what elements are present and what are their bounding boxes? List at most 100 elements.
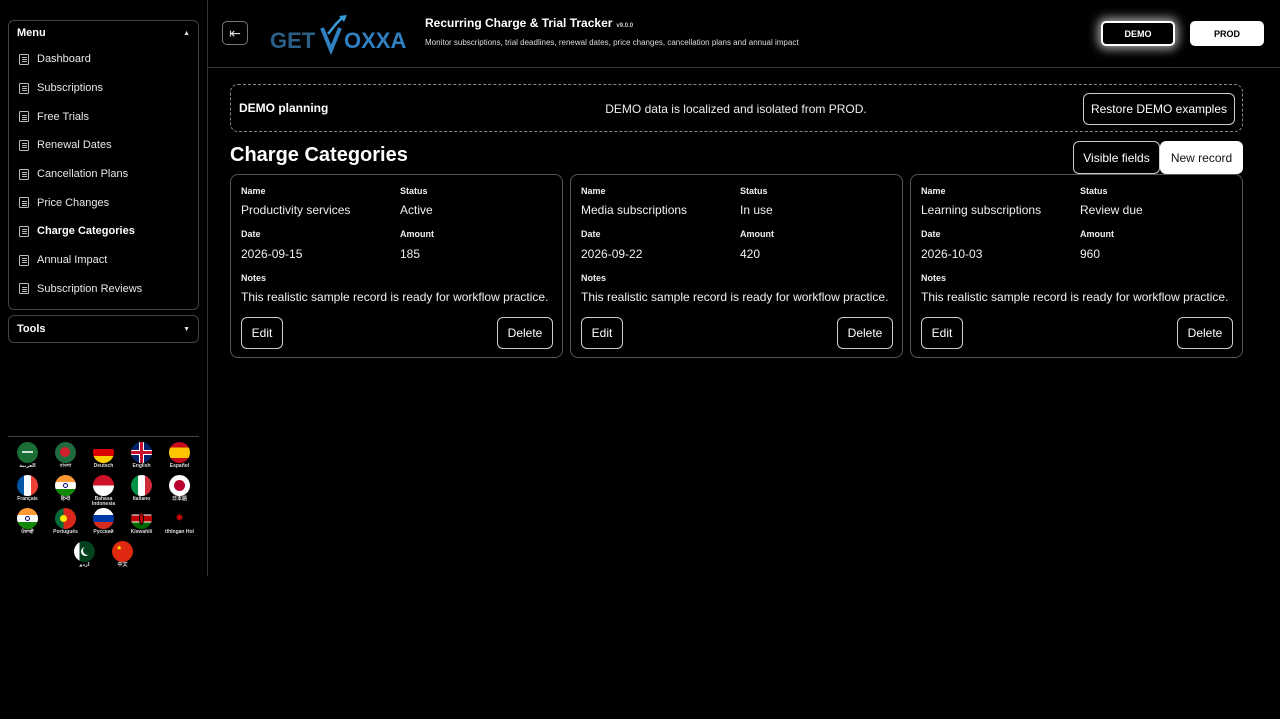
sidebar-item-free-trials[interactable]: Free Trials (9, 102, 198, 131)
visible-fields-button[interactable]: Visible fields (1073, 141, 1160, 174)
language-option[interactable]: Français (9, 475, 47, 508)
tools-panel[interactable]: Tools ▼ (8, 315, 199, 343)
document-icon (19, 53, 29, 65)
record-name: Learning subscriptions (921, 203, 1042, 217)
status-label: Status (740, 186, 768, 196)
record-card: Name Media subscriptions Status In use Date 2… (570, 174, 903, 358)
language-name: العربية (19, 463, 36, 469)
flag-icon (17, 475, 38, 496)
language-option[interactable]: বাংলা (47, 442, 85, 475)
restore-demo-button[interactable]: Restore DEMO examples (1083, 93, 1235, 125)
flag-icon (55, 475, 76, 496)
language-option[interactable]: Kiswahili (123, 508, 161, 541)
language-option[interactable]: Русский (85, 508, 123, 541)
collapse-sidebar-button[interactable]: ⇤ (222, 21, 248, 45)
record-name: Productivity services (241, 203, 351, 217)
language-option[interactable]: 日本語 (161, 475, 199, 508)
record-notes: This realistic sample record is ready fo… (241, 290, 549, 304)
document-icon (19, 82, 29, 94)
divider (8, 436, 199, 437)
name-label: Name (581, 186, 606, 196)
language-name: ਪੰਜਾਬੀ (21, 529, 34, 535)
document-icon (19, 225, 29, 237)
date-label: Date (241, 229, 261, 239)
app-version: v9.0.0 (616, 23, 634, 29)
record-date: 2026-09-22 (581, 247, 643, 261)
language-name: Italiano (132, 496, 151, 502)
record-date: 2026-10-03 (921, 247, 983, 261)
delete-button[interactable]: Delete (1177, 317, 1233, 349)
edit-button[interactable]: Edit (921, 317, 963, 349)
collapse-sidebar-icon: ⇤ (229, 24, 241, 41)
sidebar-item-charge-categories[interactable]: Charge Categories (9, 217, 198, 246)
demo-banner: DEMO planning DEMO data is localized and… (230, 84, 1243, 132)
language-name: 中文 (117, 562, 128, 568)
name-label: Name (921, 186, 946, 196)
language-name: اردو (79, 562, 90, 568)
amount-label: Amount (400, 229, 434, 239)
language-name: Português (53, 529, 78, 535)
language-name: Français (17, 496, 38, 502)
sidebar-item-subscriptions[interactable]: Subscriptions (9, 74, 198, 103)
record-notes: This realistic sample record is ready fo… (921, 290, 1229, 304)
record-notes: This realistic sample record is ready fo… (581, 290, 889, 304)
logo-text-right: OXXA (344, 28, 406, 53)
flag-icon (93, 442, 114, 463)
language-option[interactable]: English (123, 442, 161, 475)
language-name: Español (169, 463, 190, 469)
language-option[interactable]: العربية (9, 442, 47, 475)
record-amount: 420 (740, 247, 761, 261)
language-option[interactable]: اردو (66, 541, 104, 574)
edit-button[interactable]: Edit (581, 317, 623, 349)
document-icon (19, 283, 29, 295)
date-label: Date (921, 229, 941, 239)
record-name: Media subscriptions (581, 203, 688, 217)
flag-icon (17, 442, 38, 463)
language-name: Deutsch (93, 463, 114, 469)
demo-button[interactable]: DEMO (1101, 21, 1175, 46)
app-subtitle: Monitor subscriptions, trial deadlines, … (425, 38, 799, 47)
delete-button[interactable]: Delete (497, 317, 553, 349)
sidebar-item-label: Dashboard (37, 53, 91, 66)
notes-label: Notes (921, 273, 947, 283)
language-option[interactable]: ✸ tlhIngan Hol (161, 508, 199, 541)
amount-label: Amount (740, 229, 774, 239)
flag-icon (74, 541, 95, 562)
language-option[interactable]: Italiano (123, 475, 161, 508)
sidebar-item-cancellation-plans[interactable]: Cancellation Plans (9, 160, 198, 189)
sidebar-item-label: Price Changes (37, 196, 110, 209)
flag-icon (93, 475, 114, 496)
language-option[interactable]: Deutsch (85, 442, 123, 475)
language-name: Kiswahili (130, 529, 153, 535)
delete-button[interactable]: Delete (837, 317, 893, 349)
menu-header[interactable]: Menu ▲ (9, 21, 198, 45)
tools-header[interactable]: Tools ▼ (9, 316, 198, 342)
sidebar-item-label: Cancellation Plans (37, 168, 129, 181)
sidebar-item-renewal-dates[interactable]: Renewal Dates (9, 131, 198, 160)
notes-label: Notes (581, 273, 607, 283)
document-icon (19, 197, 29, 209)
prod-button[interactable]: PROD (1190, 21, 1264, 46)
sidebar-item-annual-impact[interactable]: Annual Impact (9, 246, 198, 275)
flag-icon: ★ (112, 541, 133, 562)
document-icon (19, 139, 29, 151)
language-option[interactable]: Português (47, 508, 85, 541)
language-option[interactable]: हिन्दी (47, 475, 85, 508)
language-option[interactable]: ਪੰਜਾਬੀ (9, 508, 47, 541)
flag-icon (17, 508, 38, 529)
language-name: বাংলা (59, 463, 72, 469)
sidebar-item-label: Free Trials (37, 110, 89, 123)
logo: GET OXXA (268, 12, 413, 56)
record-card: Name Productivity services Status Active Dat… (230, 174, 563, 358)
sidebar-item-subscription-reviews[interactable]: Subscription Reviews (9, 275, 198, 304)
new-record-button[interactable]: New record (1160, 141, 1243, 174)
sidebar-item-dashboard[interactable]: Dashboard (9, 45, 198, 74)
name-label: Name (241, 186, 266, 196)
sidebar-item-price-changes[interactable]: Price Changes (9, 188, 198, 217)
language-option[interactable]: ★ 中文 (104, 541, 142, 574)
language-option[interactable]: Bahasa Indonesia (85, 475, 123, 508)
sidebar-item-label: Annual Impact (37, 254, 108, 267)
edit-button[interactable]: Edit (241, 317, 283, 349)
sidebar-item-label: Subscriptions (37, 82, 104, 95)
language-option[interactable]: Español (161, 442, 199, 475)
